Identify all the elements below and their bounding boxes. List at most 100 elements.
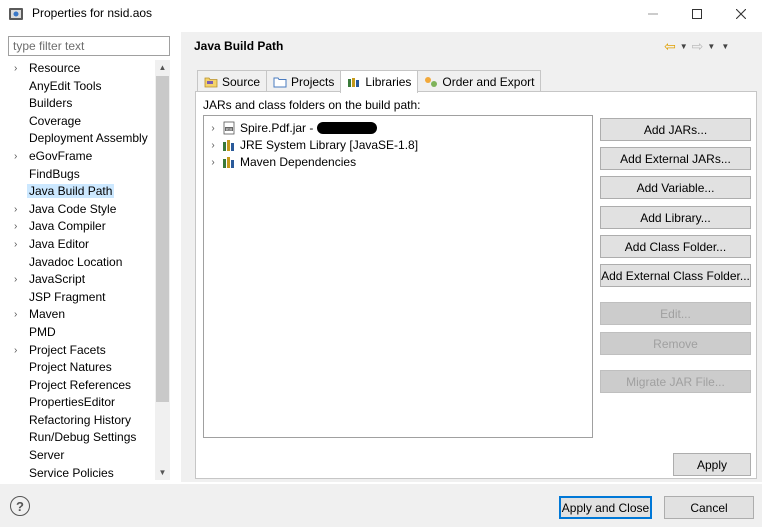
expand-chevron-icon[interactable]: › [14,342,17,360]
nav-item[interactable]: › Java Editor [8,236,155,254]
nav-item[interactable]: Service Policies [8,465,155,480]
library-entry[interactable]: › 010 Spire.Pdf.jar - [204,120,378,136]
nav-item-label: Refactoring History [29,412,132,427]
nav-item-label: Server [29,448,65,463]
back-dropdown-icon[interactable]: ▼ [680,42,688,51]
nav-item-label: Run/Debug Settings [29,430,137,445]
cancel-button[interactable]: Cancel [664,496,754,519]
scroll-up-icon[interactable]: ▲ [155,60,170,75]
maximize-button[interactable] [675,0,719,28]
forward-arrow-icon[interactable]: ⇨ [692,38,704,55]
view-menu-icon[interactable]: ▼ [721,42,729,51]
nav-item[interactable]: Coverage [8,113,155,131]
nav-item[interactable]: › Java Code Style [8,201,155,219]
nav-item[interactable]: PMD [8,324,155,342]
nav-item[interactable]: › Resource [8,60,155,78]
edit-button[interactable]: Edit... [600,302,751,325]
migrate-jar-button[interactable]: Migrate JAR File... [600,370,751,393]
libraries-tree[interactable]: › 010 Spire.Pdf.jar - › JRE System Library [… [203,115,593,438]
nav-item[interactable]: Builders [8,95,155,113]
nav-item[interactable]: › Maven [8,306,155,324]
add-class-folder-button[interactable]: Add Class Folder... [600,235,751,258]
nav-item[interactable]: › Project Facets [8,342,155,360]
nav-item[interactable]: Deployment Assembly [8,130,155,148]
minimize-icon [648,13,658,15]
tab-label: Order and Export [442,74,535,89]
expand-chevron-icon[interactable]: › [14,306,17,324]
nav-item-label: FindBugs [29,166,80,181]
nav-item[interactable]: Refactoring History [8,412,155,430]
nav-item[interactable]: Java Build Path [8,183,155,201]
nav-item[interactable]: Run/Debug Settings [8,429,155,447]
tab-source[interactable]: Source [197,70,268,92]
tab-label: Libraries [365,75,412,89]
nav-item[interactable]: Project References [8,377,155,395]
add-external-jars-button[interactable]: Add External JARs... [600,147,751,170]
tab-order-and-export[interactable]: Order and Export [417,70,542,92]
nav-item-label: Maven [29,307,66,322]
nav-item[interactable]: AnyEdit Tools [8,78,155,96]
nav-item-label: Java Editor [29,236,90,251]
close-icon [736,9,746,19]
nav-item-label: PMD [29,324,56,339]
libraries-label: JARs and class folders on the build path… [203,98,421,112]
nav-item-label: Java Build Path [27,184,115,199]
library-entry-label: JRE System Library [JavaSE-1.8] [240,138,419,152]
scroll-down-icon[interactable]: ▼ [155,465,170,480]
add-library-button[interactable]: Add Library... [600,206,751,229]
back-arrow-icon[interactable]: ⇦ [664,38,676,55]
nav-item[interactable]: › Java Compiler [8,218,155,236]
close-button[interactable] [719,0,762,28]
add-external-class-folder-button[interactable]: Add External Class Folder... [600,264,751,287]
remove-button[interactable]: Remove [600,332,751,355]
forward-dropdown-icon[interactable]: ▼ [707,42,715,51]
scroll-thumb[interactable] [156,76,169,402]
properties-app-icon [9,8,23,20]
tab-label: Source [222,74,261,89]
page-title: Java Build Path [194,39,284,53]
nav-item-label: PropertiesEditor [29,395,116,410]
help-icon[interactable]: ? [10,496,30,516]
filter-input[interactable] [9,37,169,55]
nav-item-label: Deployment Assembly [29,131,148,146]
library-icon [222,155,236,169]
library-icon [222,138,236,152]
nav-item[interactable]: Javadoc Location [8,254,155,272]
property-page-tree[interactable]: › Resource AnyEdit Tools Builders Coverage De… [8,60,155,480]
filter-field[interactable] [8,36,170,56]
add-jars-button[interactable]: Add JARs... [600,118,751,141]
apply-button[interactable]: Apply [673,453,751,476]
expand-chevron-icon[interactable]: › [14,60,17,78]
expand-chevron-icon[interactable]: › [14,201,17,219]
library-entry[interactable]: › JRE System Library [JavaSE-1.8] [204,137,418,153]
nav-item[interactable]: FindBugs [8,166,155,184]
expand-chevron-icon[interactable]: › [14,148,17,166]
expand-chevron-icon[interactable]: › [14,236,17,254]
expand-chevron-icon[interactable]: › [14,218,17,236]
library-entry-label: Maven Dependencies [240,155,357,169]
apply-and-close-button[interactable]: Apply and Close [559,496,652,519]
tab-libraries[interactable]: Libraries [340,70,419,93]
nav-item-label: Javadoc Location [29,254,123,269]
expand-chevron-icon[interactable]: › [204,157,222,168]
nav-scrollbar[interactable]: ▲ ▼ [155,60,170,480]
minimize-button[interactable] [631,0,675,28]
order-export-icon [424,76,438,88]
nav-item[interactable]: › JavaScript [8,271,155,289]
nav-item-label: Builders [29,96,73,111]
nav-item[interactable]: Server [8,447,155,465]
expand-chevron-icon[interactable]: › [204,123,222,134]
nav-item[interactable]: JSP Fragment [8,289,155,307]
nav-item[interactable]: Project Natures [8,359,155,377]
library-entry[interactable]: › Maven Dependencies [204,154,356,170]
add-variable-button[interactable]: Add Variable... [600,176,751,199]
nav-item[interactable]: PropertiesEditor [8,394,155,412]
nav-item[interactable]: › eGovFrame [8,148,155,166]
nav-item-label: JSP Fragment [29,289,106,304]
expand-chevron-icon[interactable]: › [14,271,17,289]
redaction-bar [317,122,378,134]
history-navigation: ⇦ ▼ ⇨ ▼ ▼ [664,38,729,55]
nav-item-label: Java Code Style [29,201,117,216]
tab-projects[interactable]: Projects [266,70,342,92]
expand-chevron-icon[interactable]: › [204,140,222,151]
